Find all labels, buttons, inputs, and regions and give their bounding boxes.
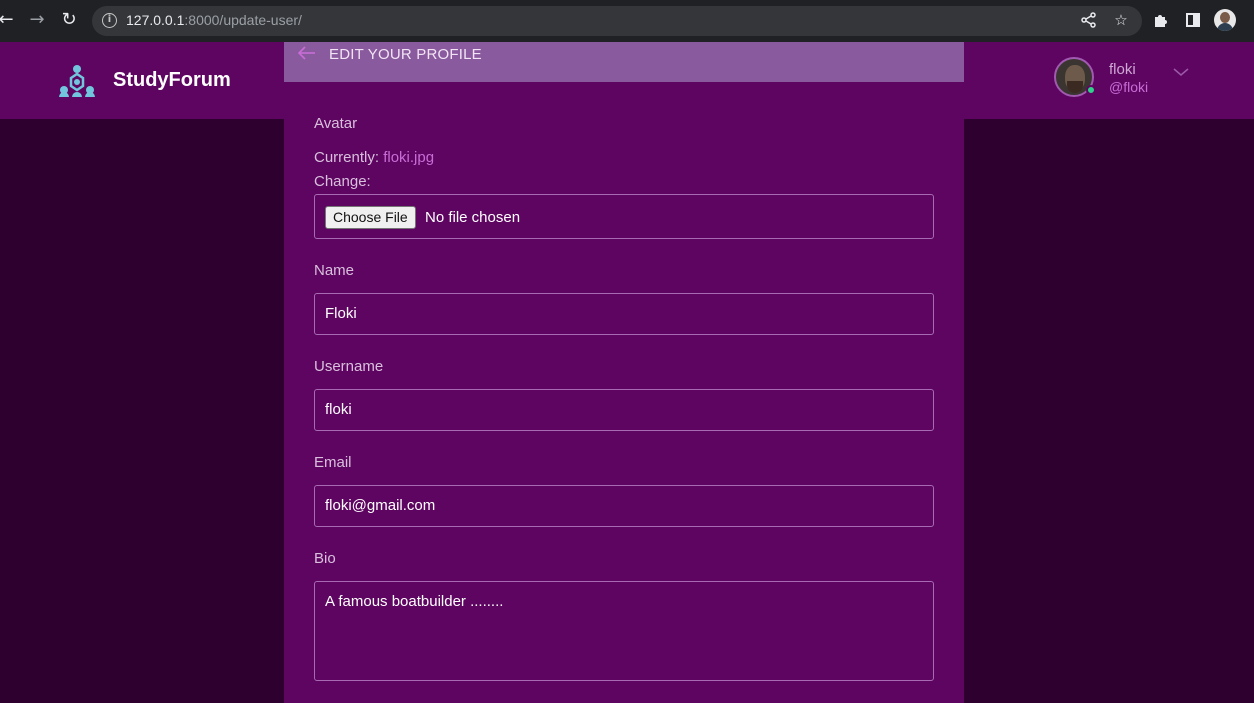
panel-header: EDIT YOUR PROFILE [284, 42, 964, 82]
bookmark-star-icon[interactable]: ☆ [1112, 11, 1130, 29]
choose-file-button[interactable]: Choose File [325, 206, 416, 229]
url-host: 127.0.0.1 [126, 12, 185, 28]
currently-label: Currently: [314, 149, 380, 166]
online-status-dot [1086, 85, 1096, 95]
forward-arrow-icon[interactable]: → [27, 10, 47, 30]
url-path: :8000/update-user/ [184, 12, 302, 28]
extensions-icon[interactable] [1152, 11, 1170, 29]
logo-icon[interactable] [58, 64, 96, 98]
user-handle: @floki [1109, 79, 1149, 95]
bio-label: Bio [314, 550, 336, 567]
site-info-icon[interactable]: i [102, 13, 117, 28]
back-arrow-icon[interactable]: ← [0, 10, 16, 30]
brand-name[interactable]: StudyForum [113, 69, 231, 92]
username-field[interactable]: floki [314, 389, 934, 431]
avatar-label: Avatar [314, 115, 358, 132]
username-label: Username [314, 358, 384, 375]
file-status: No file chosen [425, 209, 521, 226]
avatar-current: Currently: floki.jpg [314, 149, 434, 166]
browser-profile-avatar[interactable] [1214, 9, 1236, 31]
bio-value: A famous boatbuilder ........ [325, 593, 504, 610]
page-title: EDIT YOUR PROFILE [329, 46, 482, 63]
share-icon[interactable] [1080, 11, 1098, 29]
email-field[interactable]: floki@gmail.com [314, 485, 934, 527]
current-avatar-link[interactable]: floki.jpg [383, 149, 434, 166]
back-arrow-icon[interactable] [296, 44, 318, 62]
browser-toolbar: ← → ↻ i 127.0.0.1:8000/update-user/ ☆ [0, 0, 1254, 42]
change-label: Change: [314, 173, 371, 190]
reload-icon[interactable]: ↻ [59, 10, 79, 30]
name-label: Name [314, 262, 355, 279]
user-menu[interactable]: floki @floki [1054, 57, 1194, 101]
side-panel-icon[interactable] [1184, 11, 1202, 29]
url-text[interactable]: 127.0.0.1:8000/update-user/ [126, 12, 302, 28]
edit-profile-panel: EDIT YOUR PROFILE Avatar Currently: flok… [284, 42, 964, 703]
avatar-file-input[interactable]: Choose File No file chosen [314, 194, 934, 239]
email-value: floki@gmail.com [325, 497, 436, 514]
user-name: floki [1109, 61, 1136, 78]
email-label: Email [314, 454, 352, 471]
address-bar[interactable]: i 127.0.0.1:8000/update-user/ [92, 6, 1142, 36]
name-field[interactable]: Floki [314, 293, 934, 335]
bio-textarea[interactable]: A famous boatbuilder ........ [314, 581, 934, 681]
chevron-down-icon[interactable] [1172, 63, 1190, 81]
name-value: Floki [325, 305, 357, 322]
username-value: floki [325, 401, 352, 418]
